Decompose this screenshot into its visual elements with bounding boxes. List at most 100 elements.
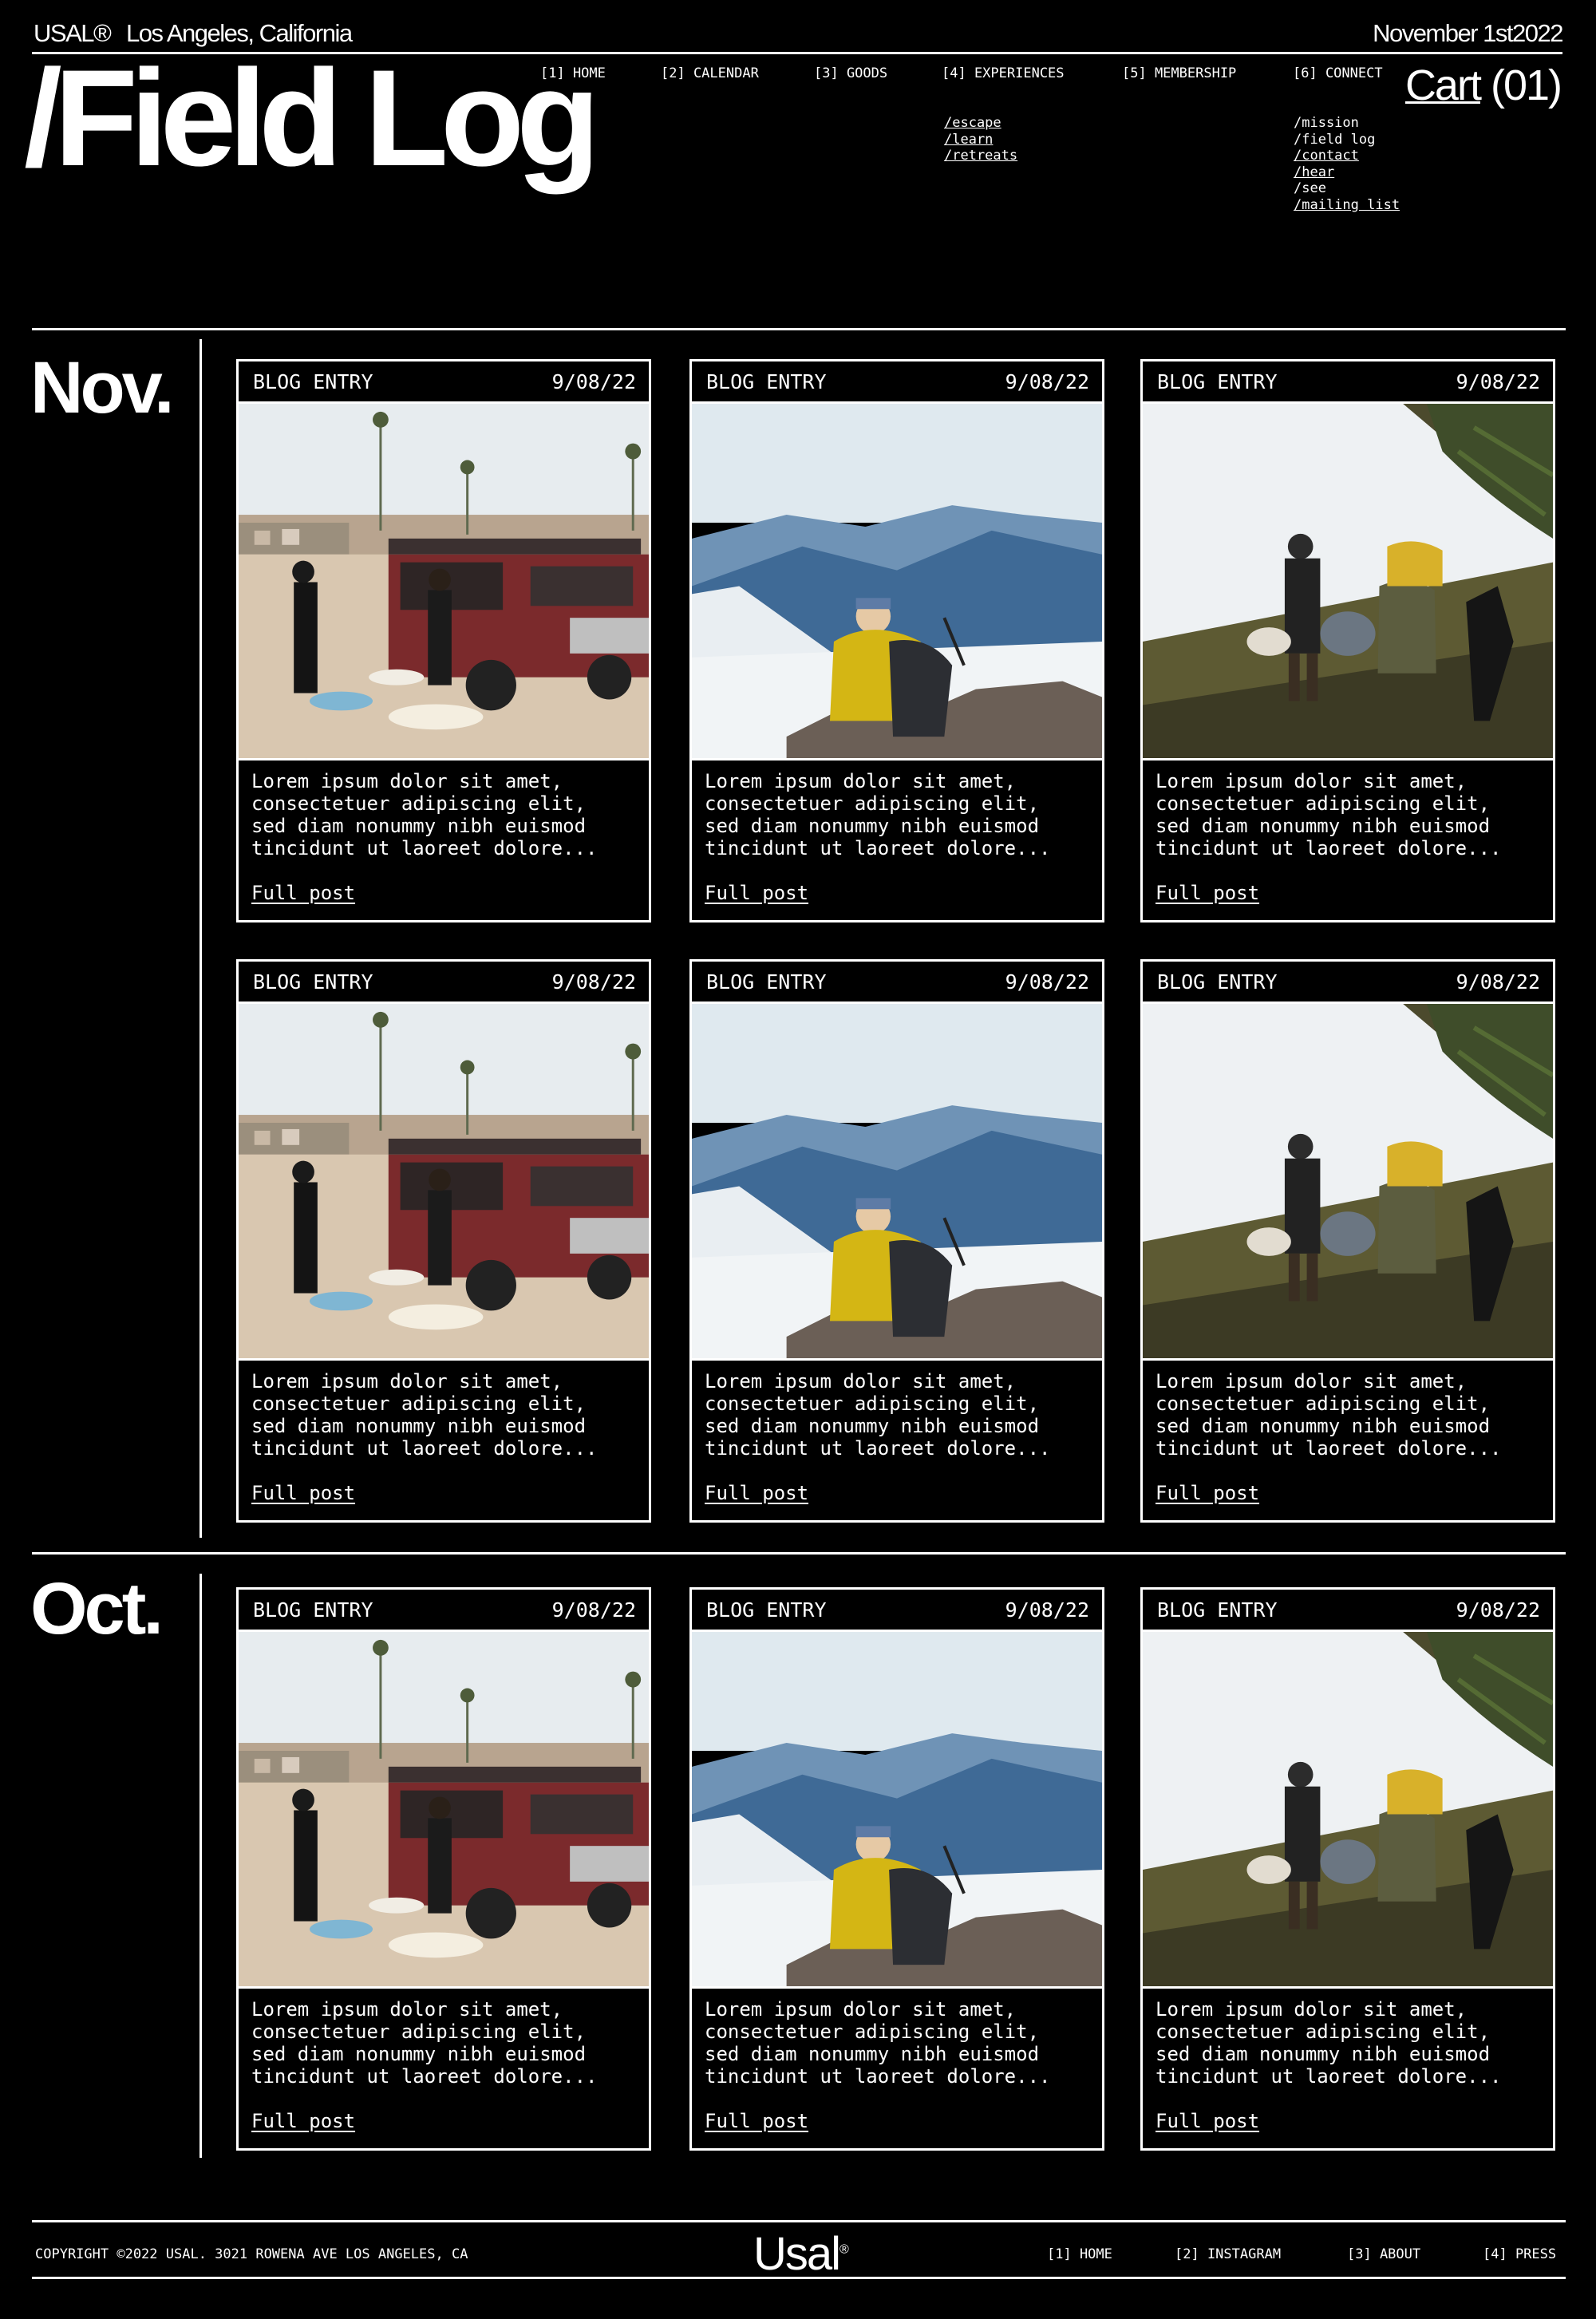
section-rule-nov [200, 339, 202, 1538]
blog-card[interactable]: BLOG ENTRY 9/08/22 Lorem ipsum dolor sit … [1140, 1587, 1555, 2151]
card-date: 9/08/22 [1456, 369, 1540, 393]
card-label: BLOG ENTRY [1157, 1598, 1278, 1622]
mountain-hiker-dog-photo[interactable] [692, 404, 1102, 760]
cart-link[interactable]: Cart (01) [1404, 61, 1562, 110]
nav-membership[interactable]: [5] MEMBERSHIP [1122, 65, 1236, 81]
blog-card[interactable]: BLOG ENTRY 9/08/22 Lorem ipsum dolor sit … [1140, 359, 1555, 922]
card-header: BLOG ENTRY 9/08/22 [692, 361, 1102, 404]
blog-card[interactable]: BLOG ENTRY 9/08/22 Lorem ipsum dolor sit … [689, 959, 1104, 1523]
full-post-link[interactable]: Full post [251, 2110, 355, 2132]
submenu-item-learn[interactable]: /learn [944, 132, 1017, 148]
card-body: Lorem ipsum dolor sit amet, consectetuer… [239, 1989, 649, 2132]
card-excerpt: Lorem ipsum dolor sit amet, consectetuer… [251, 1370, 598, 1460]
card-body: Lorem ipsum dolor sit amet, consectetuer… [239, 760, 649, 904]
card-header: BLOG ENTRY 9/08/22 [239, 962, 649, 1004]
submenu-item-mission[interactable]: /mission [1294, 115, 1400, 132]
card-body: Lorem ipsum dolor sit amet, consectetuer… [692, 760, 1102, 904]
page-title: /Field Log [24, 41, 600, 195]
card-header: BLOG ENTRY 9/08/22 [1143, 361, 1553, 404]
card-body: Lorem ipsum dolor sit amet, consectetuer… [1143, 760, 1553, 904]
card-body: Lorem ipsum dolor sit amet, consectetuer… [1143, 1361, 1553, 1504]
blog-card[interactable]: BLOG ENTRY 9/08/22 Lorem ipsum dolor sit … [689, 1587, 1104, 2151]
month-heading-nov: Nov. [30, 347, 175, 429]
submenu-item-see[interactable]: /see [1294, 180, 1400, 197]
card-label: BLOG ENTRY [253, 1598, 373, 1622]
blog-card[interactable]: BLOG ENTRY 9/08/22 Lorem ipsum dolor sit … [689, 359, 1104, 922]
card-excerpt: Lorem ipsum dolor sit amet, consectetuer… [1156, 1370, 1502, 1460]
cart-count: (01) [1490, 61, 1562, 109]
full-post-link[interactable]: Full post [1156, 882, 1259, 904]
card-date: 9/08/22 [1005, 970, 1089, 994]
blog-card[interactable]: BLOG ENTRY 9/08/22 Lorem ipsum dolor sit … [1140, 959, 1555, 1523]
card-header: BLOG ENTRY 9/08/22 [692, 962, 1102, 1004]
card-date: 9/08/22 [551, 369, 636, 393]
card-body: Lorem ipsum dolor sit amet, consectetuer… [692, 1989, 1102, 2132]
card-date: 9/08/22 [551, 1598, 636, 1622]
snow-hiking-group-photo[interactable] [1143, 1632, 1553, 1989]
card-excerpt: Lorem ipsum dolor sit amet, consectetuer… [705, 1370, 1051, 1460]
footer-link-press[interactable]: [4] PRESS [1483, 2246, 1556, 2262]
card-label: BLOG ENTRY [253, 970, 373, 994]
full-post-link[interactable]: Full post [251, 1482, 355, 1504]
full-post-link[interactable]: Full post [705, 1482, 808, 1504]
surf-van-beach-photo[interactable] [239, 1004, 649, 1361]
card-date: 9/08/22 [1005, 369, 1089, 393]
nav-goods[interactable]: [3] GOODS [814, 65, 887, 81]
card-date: 9/08/22 [1005, 1598, 1089, 1622]
nav-home[interactable]: [1] HOME [540, 65, 606, 81]
full-post-link[interactable]: Full post [251, 882, 355, 904]
footer-logo[interactable]: Usal® [753, 2227, 849, 2281]
nav-calendar[interactable]: [2] CALENDAR [661, 65, 759, 81]
submenu-item-retreats[interactable]: /retreats [944, 148, 1017, 164]
current-date: November 1st2022 [1373, 19, 1563, 47]
card-label: BLOG ENTRY [1157, 369, 1278, 393]
footer-logo-mark: ® [839, 2242, 849, 2257]
submenu-item-escape[interactable]: /escape [944, 115, 1017, 132]
card-label: BLOG ENTRY [706, 1598, 827, 1622]
cart-label: Cart [1404, 61, 1482, 109]
connect-submenu-list: /mission/field log/contact/hear/see/mail… [1294, 115, 1400, 213]
card-body: Lorem ipsum dolor sit amet, consectetuer… [1143, 1989, 1553, 2132]
footer-link-about[interactable]: [3] ABOUT [1347, 2246, 1420, 2262]
submenu-item-mailing-list[interactable]: /mailing list [1294, 197, 1400, 214]
footer-link-instagram[interactable]: [2] INSTAGRAM [1175, 2246, 1281, 2262]
month-heading-oct: Oct. [30, 1568, 164, 1649]
surf-van-beach-photo[interactable] [239, 1632, 649, 1989]
full-post-link[interactable]: Full post [1156, 2110, 1259, 2132]
snow-hiking-group-photo[interactable] [1143, 1004, 1553, 1361]
footer-logo-text: Usal [753, 2228, 841, 2280]
card-header: BLOG ENTRY 9/08/22 [239, 361, 649, 404]
full-post-link[interactable]: Full post [705, 882, 808, 904]
nav-experiences[interactable]: [4] EXPERIENCES [942, 65, 1065, 81]
card-header: BLOG ENTRY 9/08/22 [239, 1590, 649, 1632]
submenu-item-hear[interactable]: /hear [1294, 164, 1400, 181]
experiences-submenu-list: /escape/learn/retreats [944, 115, 1017, 164]
footer-copyright: COPYRIGHT ©2022 USAL. 3021 ROWENA AVE LO… [35, 2246, 468, 2262]
card-label: BLOG ENTRY [706, 970, 827, 994]
card-excerpt: Lorem ipsum dolor sit amet, consectetuer… [251, 1998, 598, 2088]
blog-card[interactable]: BLOG ENTRY 9/08/22 Lorem ipsum dolor sit … [236, 359, 651, 922]
submenu-item-field-log[interactable]: /field log [1294, 132, 1400, 148]
full-post-link[interactable]: Full post [1156, 1482, 1259, 1504]
snow-hiking-group-photo[interactable] [1143, 404, 1553, 760]
nav-connect[interactable]: [6] CONNECT [1293, 65, 1383, 81]
section-rule-oct [200, 1574, 202, 2158]
card-excerpt: Lorem ipsum dolor sit amet, consectetuer… [705, 770, 1051, 859]
card-excerpt: Lorem ipsum dolor sit amet, consectetuer… [1156, 1998, 1502, 2088]
card-label: BLOG ENTRY [253, 369, 373, 393]
card-excerpt: Lorem ipsum dolor sit amet, consectetuer… [1156, 770, 1502, 859]
card-body: Lorem ipsum dolor sit amet, consectetuer… [239, 1361, 649, 1504]
card-header: BLOG ENTRY 9/08/22 [1143, 962, 1553, 1004]
footer-link-home[interactable]: [1] HOME [1047, 2246, 1112, 2262]
mountain-hiker-dog-photo[interactable] [692, 1632, 1102, 1989]
blog-card[interactable]: BLOG ENTRY 9/08/22 Lorem ipsum dolor sit … [236, 959, 651, 1523]
submenu-item-contact[interactable]: /contact [1294, 148, 1400, 164]
card-label: BLOG ENTRY [706, 369, 827, 393]
mountain-hiker-dog-photo[interactable] [692, 1004, 1102, 1361]
footer: COPYRIGHT ©2022 USAL. 3021 ROWENA AVE LO… [32, 2220, 1566, 2281]
surf-van-beach-photo[interactable] [239, 404, 649, 760]
section-divider-top [32, 328, 1566, 330]
full-post-link[interactable]: Full post [705, 2110, 808, 2132]
blog-card[interactable]: BLOG ENTRY 9/08/22 Lorem ipsum dolor sit … [236, 1587, 651, 2151]
card-date: 9/08/22 [1456, 1598, 1540, 1622]
